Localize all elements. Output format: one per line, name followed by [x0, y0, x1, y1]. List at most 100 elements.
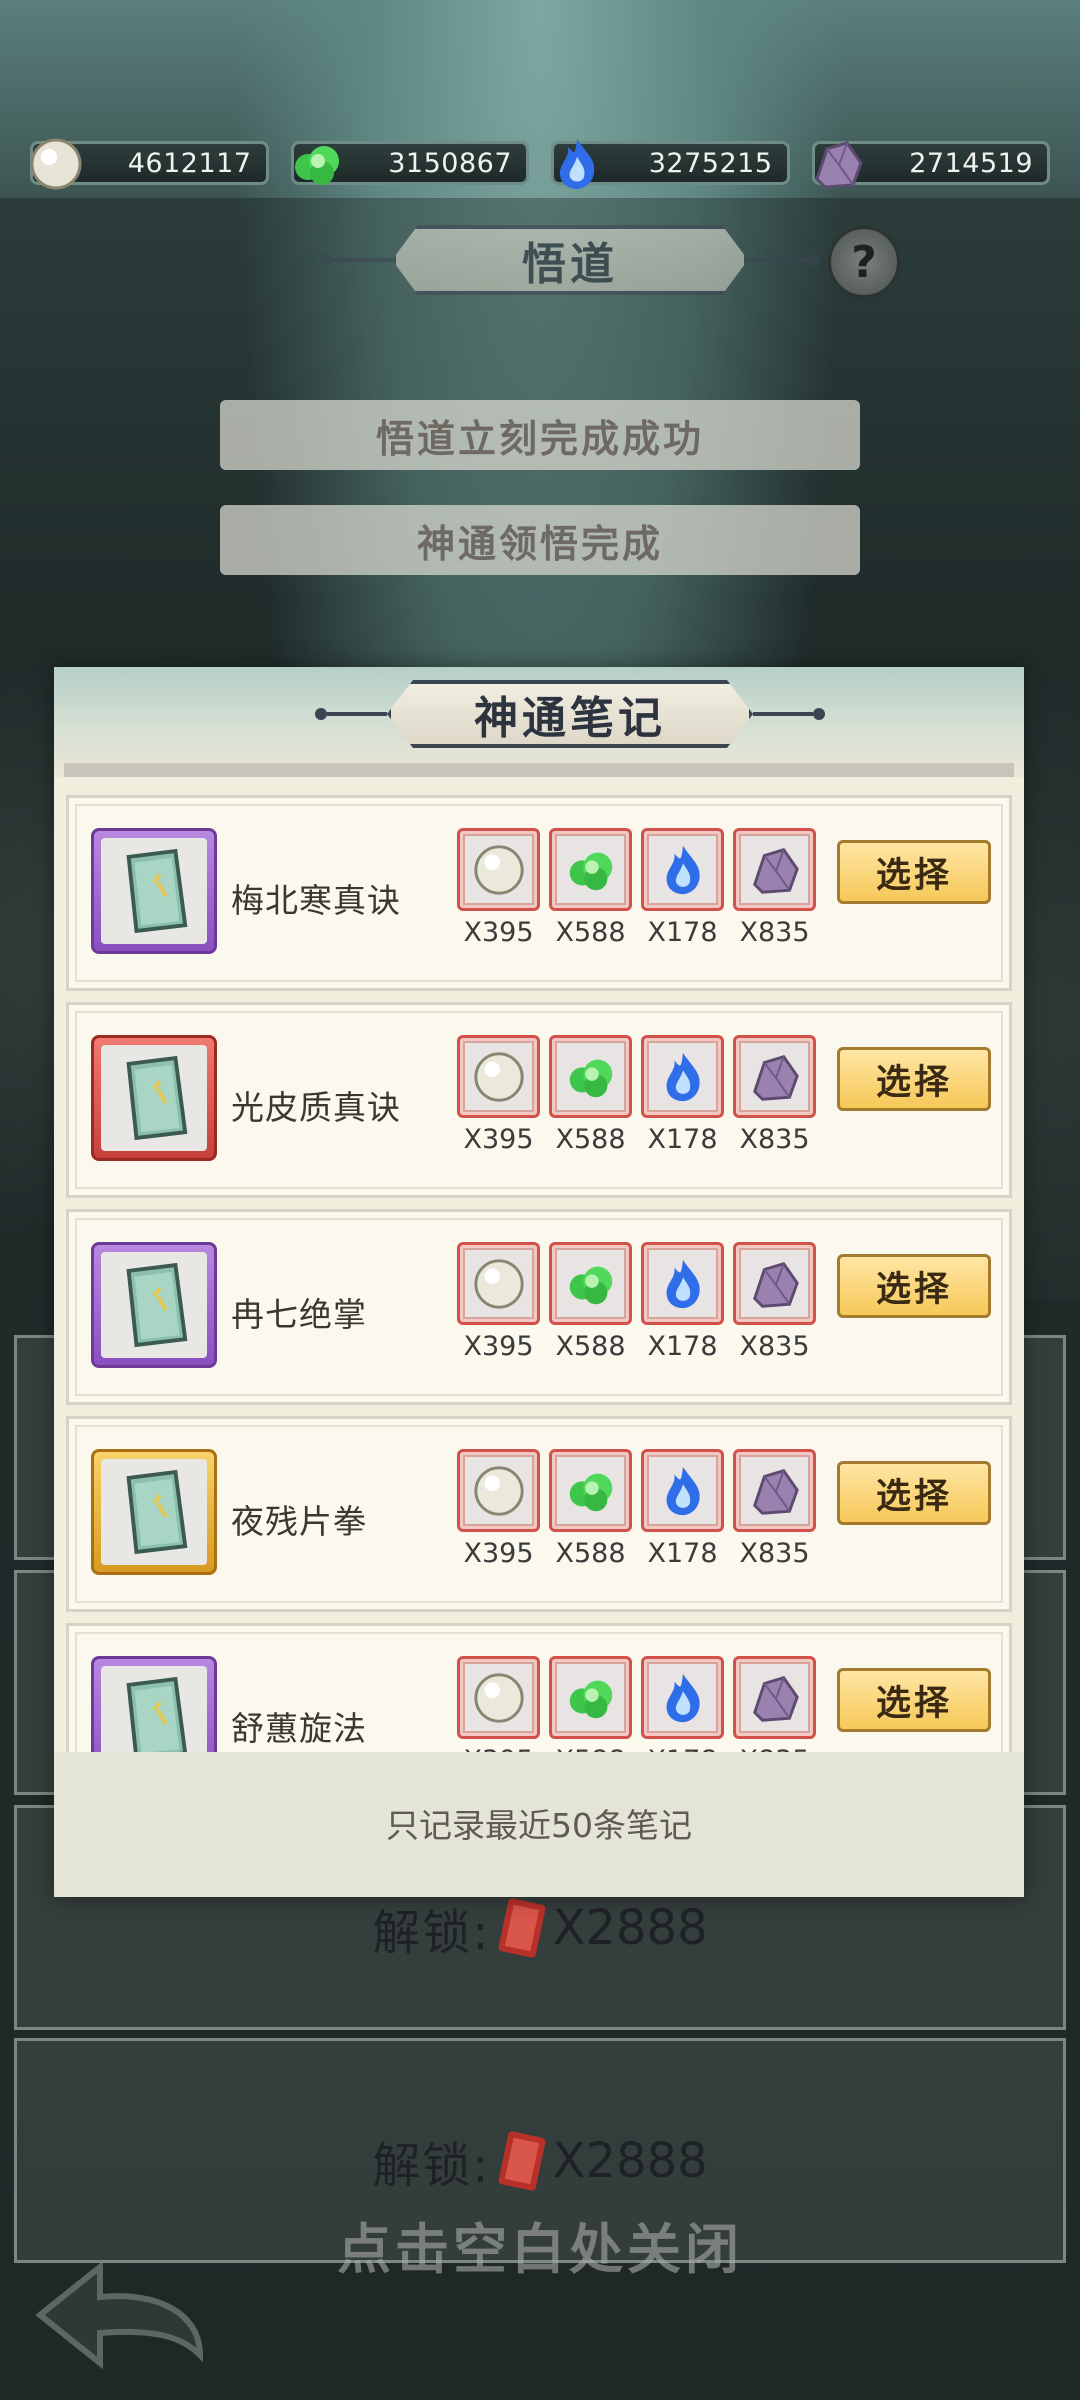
note-row: 光皮质真诀 X395 X588 X178 X835 选择 [66, 1002, 1012, 1198]
toast-message: 悟道立刻完成成功 [220, 400, 860, 470]
blue-flame-icon [560, 139, 595, 189]
pearl-icon [30, 138, 82, 190]
select-button[interactable]: 选择 [837, 1047, 991, 1111]
cost-item: X178 [641, 828, 724, 948]
cost-item: X588 [549, 1242, 632, 1362]
cost-item: X588 [549, 1656, 632, 1752]
cost-quantity: X178 [647, 917, 718, 948]
cost-quantity: X835 [739, 1124, 810, 1155]
cost-quantity: X588 [555, 1124, 626, 1155]
token-icon [498, 2131, 546, 2191]
blue-flame-icon [647, 1248, 718, 1319]
cost-icon-frame [457, 1242, 540, 1325]
back-arrow-icon[interactable] [30, 2255, 230, 2385]
cost-icon-frame [733, 1656, 816, 1739]
jade-cloud-icon [555, 1041, 626, 1112]
cost-quantity: X178 [641, 1745, 724, 1752]
unlock-cost: 解锁: X2888 [17, 1893, 1063, 1963]
cost-item: X395 [457, 828, 540, 948]
skill-scroll-icon [91, 1242, 217, 1368]
cost-quantity: X178 [647, 1124, 718, 1155]
select-button[interactable]: 选择 [837, 1668, 991, 1732]
skill-name: 梅北寒真诀 [231, 881, 401, 920]
purple-ore-icon [739, 834, 810, 905]
blue-flame-icon [647, 1455, 718, 1526]
skill-scroll-icon [91, 1656, 217, 1752]
purple-ore-icon [739, 1248, 810, 1319]
pearl-icon [463, 834, 534, 905]
select-button[interactable]: 选择 [837, 1254, 991, 1318]
cost-quantity: X178 [647, 1331, 718, 1362]
cost-list: X395 X588 X178 X835 [457, 1242, 816, 1362]
skill-name: 夜残片拳 [231, 1502, 367, 1541]
cost-quantity: X395 [463, 1124, 534, 1155]
cost-item: X395 [457, 1242, 540, 1362]
skill-name: 冉七绝掌 [231, 1295, 367, 1334]
unlock-cost: 解锁: X2888 [17, 2126, 1063, 2196]
cost-icon-frame [641, 1242, 724, 1325]
cost-item: X835 [733, 1449, 816, 1569]
pearl-icon [463, 1041, 534, 1112]
cost-icon-frame [549, 828, 632, 911]
resource-pearl: 4612117 [30, 138, 269, 190]
cost-icon-frame [549, 1656, 632, 1739]
cost-item: X395 [457, 1656, 540, 1752]
note-row: 夜残片拳 X395 X588 X178 X835 选择 [66, 1416, 1012, 1612]
cost-list: X395 X588 X178 X835 [457, 1656, 816, 1752]
cost-icon-frame [457, 1035, 540, 1118]
blue-flame-icon [647, 834, 718, 905]
resource-value: 2714519 [909, 148, 1033, 179]
purple-ore-icon [739, 1662, 810, 1733]
token-icon [498, 1898, 546, 1958]
cost-icon-frame [641, 1656, 724, 1739]
cost-icon-frame [457, 1449, 540, 1532]
resource-ore: 2714519 [811, 141, 1050, 189]
skill-scroll-icon [91, 828, 217, 954]
pearl-icon [463, 1248, 534, 1319]
resource-value: 4612117 [127, 148, 252, 179]
resource-jade: 3150867 [290, 141, 529, 185]
cost-item: X395 [457, 1449, 540, 1569]
cost-quantity: X588 [555, 917, 626, 948]
dialog-footer: 只记录最近50条笔记 [54, 1752, 1024, 1897]
cost-quantity: X395 [463, 1538, 534, 1569]
cost-item: X835 [733, 828, 816, 948]
note-row: 冉七绝掌 X395 X588 X178 X835 选择 [66, 1209, 1012, 1405]
cost-quantity: X395 [457, 1745, 540, 1752]
cost-quantity: X835 [733, 1745, 816, 1752]
unlock-label: 解锁: [372, 2138, 491, 2194]
toast-message: 神通领悟完成 [220, 505, 860, 575]
cost-icon-frame [733, 1035, 816, 1118]
cost-icon-frame [549, 1449, 632, 1532]
unlock-label: 解锁: [372, 1905, 491, 1961]
help-button[interactable]: ? [828, 226, 900, 298]
pearl-icon [463, 1455, 534, 1526]
cost-icon-frame [641, 1035, 724, 1118]
notes-list[interactable]: 梅北寒真诀 X395 X588 X178 X835 选择 光皮质真诀 X395 … [66, 795, 1012, 1752]
dialog-title-plaque: 神通笔记 [315, 680, 825, 748]
cost-quantity: X835 [739, 1538, 810, 1569]
cost-icon-frame [457, 828, 540, 911]
skill-name: 舒蕙旋法 [231, 1709, 367, 1748]
resource-flame: 3275215 [551, 139, 790, 189]
blue-flame-icon [647, 1662, 718, 1733]
jade-cloud-icon [294, 146, 339, 185]
cost-item: X835 [733, 1035, 816, 1155]
cost-quantity: X395 [463, 1331, 534, 1362]
note-row: 舒蕙旋法 X395 X588 X178 X835 选择 [66, 1623, 1012, 1752]
purple-ore-icon [739, 1455, 810, 1526]
cost-item: X395 [457, 1035, 540, 1155]
cost-item: X178 [641, 1656, 724, 1752]
skill-scroll-icon [91, 1449, 217, 1575]
cost-icon-frame [549, 1242, 632, 1325]
jade-cloud-icon [555, 1455, 626, 1526]
cost-item: X588 [549, 828, 632, 948]
unlock-cost-value: X2888 [552, 1900, 708, 1956]
select-button[interactable]: 选择 [837, 840, 991, 904]
select-button[interactable]: 选择 [837, 1461, 991, 1525]
cost-quantity: X835 [739, 1331, 810, 1362]
notes-dialog: 梅北寒真诀 X395 X588 X178 X835 选择 光皮质真诀 X395 … [54, 667, 1024, 1897]
skill-name: 光皮质真诀 [231, 1088, 401, 1127]
cost-icon-frame [549, 1035, 632, 1118]
cost-item: X588 [549, 1449, 632, 1569]
